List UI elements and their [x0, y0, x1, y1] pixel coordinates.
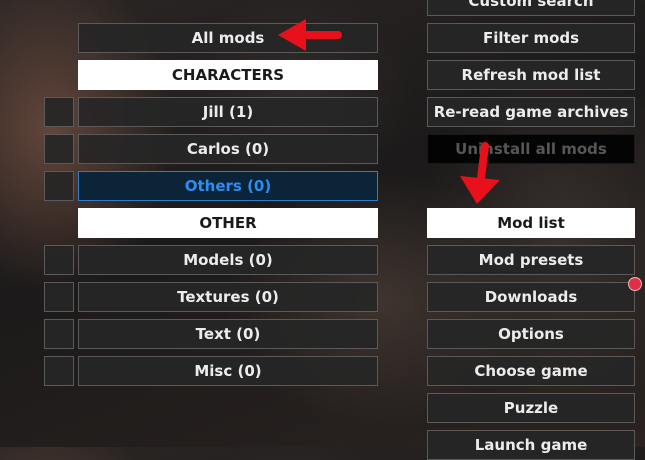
other-text-button[interactable]: Text (0) [78, 319, 378, 349]
misc-checkbox[interactable] [44, 356, 74, 386]
textures-checkbox[interactable] [44, 282, 74, 312]
red-arrow-left-icon [278, 19, 342, 51]
refresh-mod-list-button[interactable]: Refresh mod list [427, 60, 635, 90]
reread-archives-button[interactable]: Re-read game archives [427, 97, 635, 127]
characters-header: CHARACTERS [78, 60, 378, 90]
filter-mods-button[interactable]: Filter mods [427, 23, 635, 53]
notification-dot-icon [628, 277, 642, 291]
models-checkbox[interactable] [44, 245, 74, 275]
downloads-button[interactable]: Downloads [427, 282, 635, 312]
red-arrow-down-icon [460, 142, 500, 204]
other-header: OTHER [78, 208, 378, 238]
text-checkbox[interactable] [44, 319, 74, 349]
options-button[interactable]: Options [427, 319, 635, 349]
other-textures-button[interactable]: Textures (0) [78, 282, 378, 312]
others-checkbox[interactable] [44, 171, 74, 201]
carlos-checkbox[interactable] [44, 134, 74, 164]
puzzle-button[interactable]: Puzzle [427, 393, 635, 423]
launch-game-button[interactable]: Launch game [427, 430, 635, 460]
other-misc-button[interactable]: Misc (0) [78, 356, 378, 386]
choose-game-button[interactable]: Choose game [427, 356, 635, 386]
character-carlos-button[interactable]: Carlos (0) [78, 134, 378, 164]
mod-presets-button[interactable]: Mod presets [427, 245, 635, 275]
mod-list-header: Mod list [427, 208, 635, 238]
custom-search-button[interactable]: Custom search [427, 0, 635, 16]
character-others-button[interactable]: Others (0) [78, 171, 378, 201]
other-models-button[interactable]: Models (0) [78, 245, 378, 275]
jill-checkbox[interactable] [44, 97, 74, 127]
character-jill-button[interactable]: Jill (1) [78, 97, 378, 127]
